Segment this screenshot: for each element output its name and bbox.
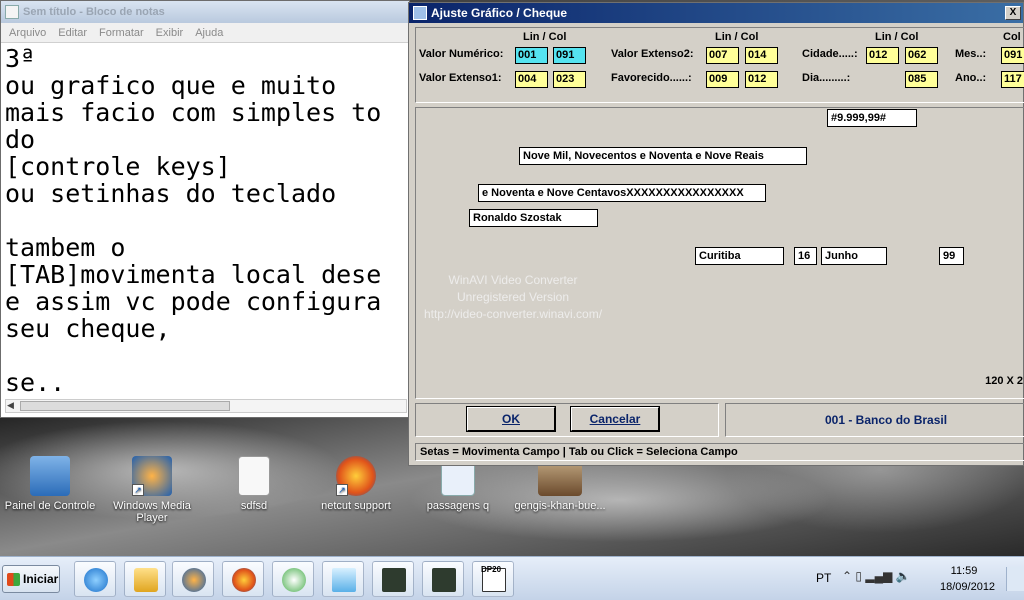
- taskbar: Iniciar DP20 PT ⌃ ▯ ▂▄▆ 🔈 11:59 18/09/20…: [0, 556, 1024, 600]
- ano-lin-field[interactable]: 117: [1001, 71, 1024, 88]
- valor-extenso2-col-field[interactable]: 014: [745, 47, 778, 64]
- terminal-record-icon: [432, 568, 456, 592]
- check-valor-numerico[interactable]: #9.999,99#: [827, 109, 917, 127]
- lincol-header-3: Lin / Col: [875, 31, 919, 43]
- lincol-header-4: Col: [1003, 31, 1021, 43]
- lincol-header-1: Lin / Col: [523, 31, 567, 43]
- taskbar-internet-explorer[interactable]: [74, 561, 116, 597]
- scrollbar-thumb[interactable]: [20, 401, 230, 411]
- language-indicator[interactable]: PT: [816, 571, 831, 585]
- taskbar-firefox[interactable]: [222, 561, 264, 597]
- notepad-horizontal-scrollbar[interactable]: ◀: [5, 399, 407, 413]
- size-label: 120 X 2: [985, 375, 1023, 387]
- menu-formatar[interactable]: Formatar: [99, 23, 144, 42]
- taskbar-terminal[interactable]: [372, 561, 414, 597]
- favorecido-col-field[interactable]: 012: [745, 71, 778, 88]
- check-cidade[interactable]: Curitiba: [695, 247, 784, 265]
- check-mes[interactable]: Junho: [821, 247, 887, 265]
- notepad-text-area[interactable]: 3ª ou grafico que e muito mais facio com…: [5, 45, 409, 397]
- taskbar-media-player[interactable]: [172, 561, 214, 597]
- dia-label: Dia.........:: [802, 72, 851, 84]
- valor-extenso1-label: Valor Extenso1:: [419, 72, 502, 84]
- taskbar-dp20[interactable]: DP20: [472, 561, 514, 597]
- menu-exibir[interactable]: Exibir: [156, 23, 184, 42]
- firefox-shortcut-icon: ↗: [336, 456, 376, 496]
- media-player-icon: [182, 568, 206, 592]
- show-desktop-button[interactable]: [1006, 567, 1024, 591]
- close-icon[interactable]: X: [1005, 6, 1021, 20]
- notepad-menu-bar: Arquivo Editar Formatar Exibir Ajuda: [1, 23, 409, 43]
- battery-icon[interactable]: ▯: [855, 569, 862, 583]
- check-ano[interactable]: 99: [939, 247, 964, 265]
- notepad-icon: [5, 5, 19, 19]
- mes-label: Mes..:: [955, 48, 987, 60]
- clock[interactable]: 11:59 18/09/2012: [940, 563, 995, 595]
- video-watermark: WinAVI Video Converter Unregistered Vers…: [423, 273, 603, 321]
- volume-icon[interactable]: 🔈: [896, 569, 911, 583]
- tray-expand-icon[interactable]: ⌃: [842, 569, 852, 583]
- favorecido-label: Favorecido......:: [611, 72, 692, 84]
- menu-editar[interactable]: Editar: [58, 23, 87, 42]
- valor-extenso1-lin-field[interactable]: 004: [515, 71, 548, 88]
- signal-icon[interactable]: ▂▄▆: [865, 569, 892, 583]
- dialog-app-icon: [413, 6, 427, 20]
- notepad-icon: [332, 568, 356, 592]
- mes-lin-field[interactable]: 091: [1001, 47, 1024, 64]
- scroll-left-icon[interactable]: ◀: [7, 400, 14, 411]
- system-tray[interactable]: ⌃ ▯ ▂▄▆ 🔈: [842, 569, 911, 583]
- check-valor-extenso2[interactable]: e Noventa e Nove CentavosXXXXXXXXXXXXXXX…: [478, 184, 766, 202]
- notepad-title-bar[interactable]: Sem título - Bloco de notas: [1, 1, 409, 23]
- dialog-title-bar[interactable]: Ajuste Gráfico / Cheque X: [409, 3, 1023, 23]
- windows-logo-icon: [7, 573, 20, 586]
- cidade-lin-field[interactable]: 012: [866, 47, 899, 64]
- menu-arquivo[interactable]: Arquivo: [9, 23, 46, 42]
- taskbar-notepad[interactable]: [322, 561, 364, 597]
- notepad-window: Sem título - Bloco de notas Arquivo Edit…: [0, 0, 410, 418]
- control-panel-icon: [30, 456, 70, 496]
- desktop-icon-netcut-support[interactable]: ↗ netcut support: [308, 456, 404, 512]
- terminal-icon: [382, 568, 406, 592]
- check-valor-extenso1[interactable]: Nove Mil, Novecentos e Noventa e Nove Re…: [519, 147, 807, 165]
- talk-icon: [282, 568, 306, 592]
- start-button[interactable]: Iniciar: [2, 565, 60, 593]
- valor-numerico-col-field[interactable]: 091: [553, 47, 586, 64]
- valor-numerico-label: Valor Numérico:: [419, 48, 504, 60]
- cidade-col-field[interactable]: 062: [905, 47, 938, 64]
- text-file-icon: [238, 456, 270, 496]
- valor-extenso1-col-field[interactable]: 023: [553, 71, 586, 88]
- check-adjust-dialog: Ajuste Gráfico / Cheque X Lin / Col Lin …: [408, 2, 1024, 466]
- internet-explorer-icon: [84, 568, 108, 592]
- cancel-button[interactable]: Cancelar: [570, 406, 660, 432]
- desktop-icon-windows-media-player[interactable]: ↗ Windows Media Player: [104, 456, 200, 524]
- ok-button[interactable]: OK: [466, 406, 556, 432]
- menu-ajuda[interactable]: Ajuda: [195, 23, 223, 42]
- firefox-icon: [232, 568, 256, 592]
- desktop-icon-painel-de-controle[interactable]: Painel de Controle: [2, 456, 98, 512]
- favorecido-lin-field[interactable]: 009: [706, 71, 739, 88]
- taskbar-talk[interactable]: [272, 561, 314, 597]
- dia-col-field[interactable]: 085: [905, 71, 938, 88]
- valor-extenso2-lin-field[interactable]: 007: [706, 47, 739, 64]
- valor-extenso2-label: Valor Extenso2:: [611, 48, 694, 60]
- valor-numerico-lin-field[interactable]: 001: [515, 47, 548, 64]
- cidade-label: Cidade.....:: [802, 48, 858, 60]
- check-favorecido[interactable]: Ronaldo Szostak: [469, 209, 598, 227]
- ano-label: Ano..:: [955, 72, 987, 84]
- lincol-header-2: Lin / Col: [715, 31, 759, 43]
- desktop-icon-sdfsd[interactable]: sdfsd: [206, 456, 302, 512]
- media-player-icon: ↗: [132, 456, 172, 496]
- taskbar-explorer[interactable]: [124, 561, 166, 597]
- check-dia[interactable]: 16: [794, 247, 817, 265]
- button-panel: [415, 403, 719, 437]
- taskbar-terminal-record[interactable]: [422, 561, 464, 597]
- status-bar: Setas = Movimenta Campo | Tab ou Click =…: [415, 443, 1024, 461]
- explorer-folder-icon: [134, 568, 158, 592]
- bank-name: 001 - Banco do Brasil: [825, 413, 948, 427]
